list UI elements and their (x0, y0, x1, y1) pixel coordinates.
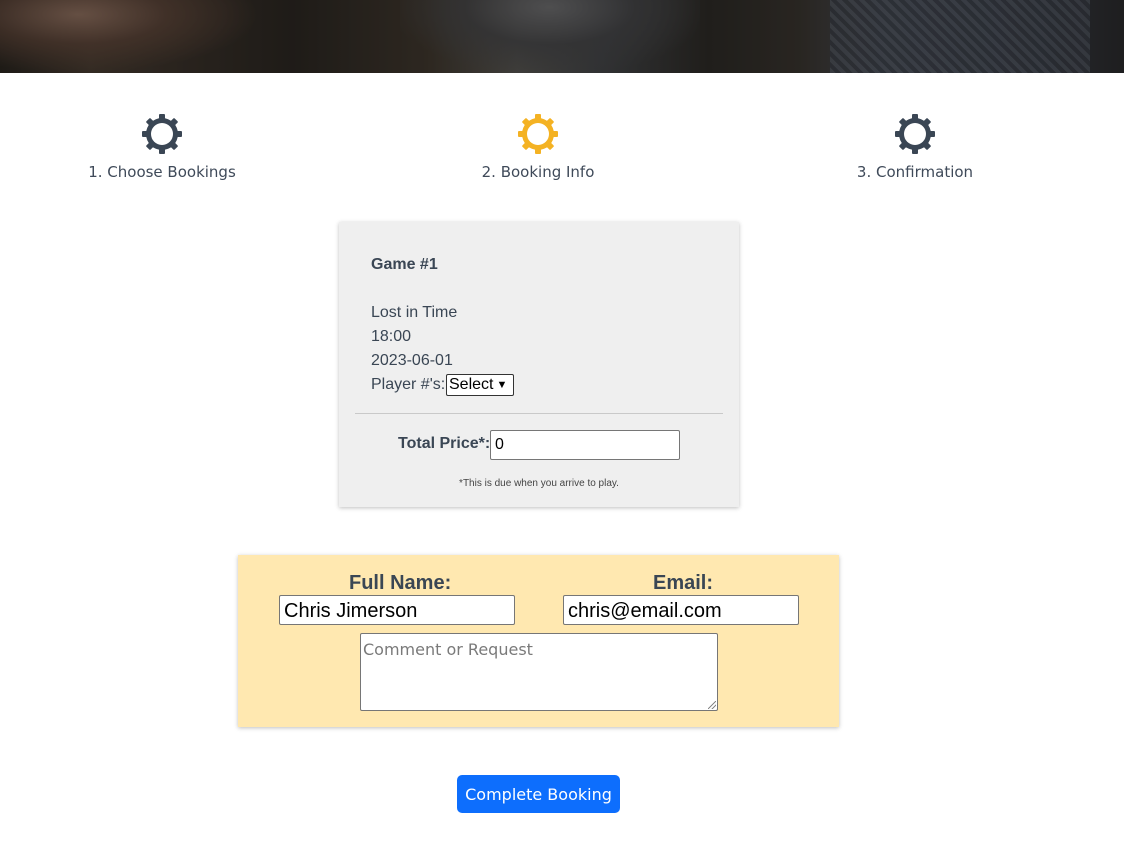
step-booking-info: 2. Booking Info (428, 112, 648, 181)
email-input[interactable]: chris@email.com (563, 595, 799, 625)
gear-icon (895, 114, 935, 154)
step-label: 2. Booking Info (481, 163, 595, 181)
comment-placeholder: Comment or Request (363, 640, 533, 659)
step-confirmation: 3. Confirmation (805, 112, 1025, 181)
game-name: Lost in Time (371, 304, 458, 321)
comment-textarea[interactable]: Comment or Request (360, 633, 718, 711)
resize-handle-icon[interactable] (708, 701, 716, 709)
complete-booking-button[interactable]: Complete Booking (457, 775, 620, 813)
gear-icon (518, 114, 558, 154)
players-label: Player #'s: (371, 376, 446, 393)
full-name-label: Full Name: (349, 572, 452, 594)
total-price-input[interactable]: 0 (490, 430, 680, 460)
player-count-select[interactable]: Select ▼ (446, 374, 514, 396)
total-price-label: Total Price*: (398, 435, 491, 452)
booking-steps: 1. Choose Bookings 2. Booking Info 3. Co… (0, 112, 1124, 192)
divider (355, 413, 723, 414)
game-date: 2023-06-01 (371, 352, 453, 369)
hero-banner-image (0, 0, 1124, 73)
step-label: 1. Choose Bookings (88, 163, 236, 181)
price-note: *This is due when you arrive to play. (459, 478, 619, 489)
game-time: 18:00 (371, 328, 412, 345)
step-label: 3. Confirmation (856, 163, 974, 181)
chevron-down-icon: ▼ (496, 379, 508, 391)
contact-info-card: Full Name: Chris Jimerson Email: chris@e… (238, 555, 839, 727)
player-count-value: Select (449, 376, 494, 393)
step-choose-bookings: 1. Choose Bookings (52, 112, 272, 181)
game-title: Game #1 (371, 256, 438, 273)
full-name-input[interactable]: Chris Jimerson (279, 595, 515, 625)
email-label: Email: (653, 572, 714, 594)
gear-icon (142, 114, 182, 154)
game-booking-card: Game #1 Lost in Time 18:00 2023-06-01 Pl… (339, 222, 739, 507)
